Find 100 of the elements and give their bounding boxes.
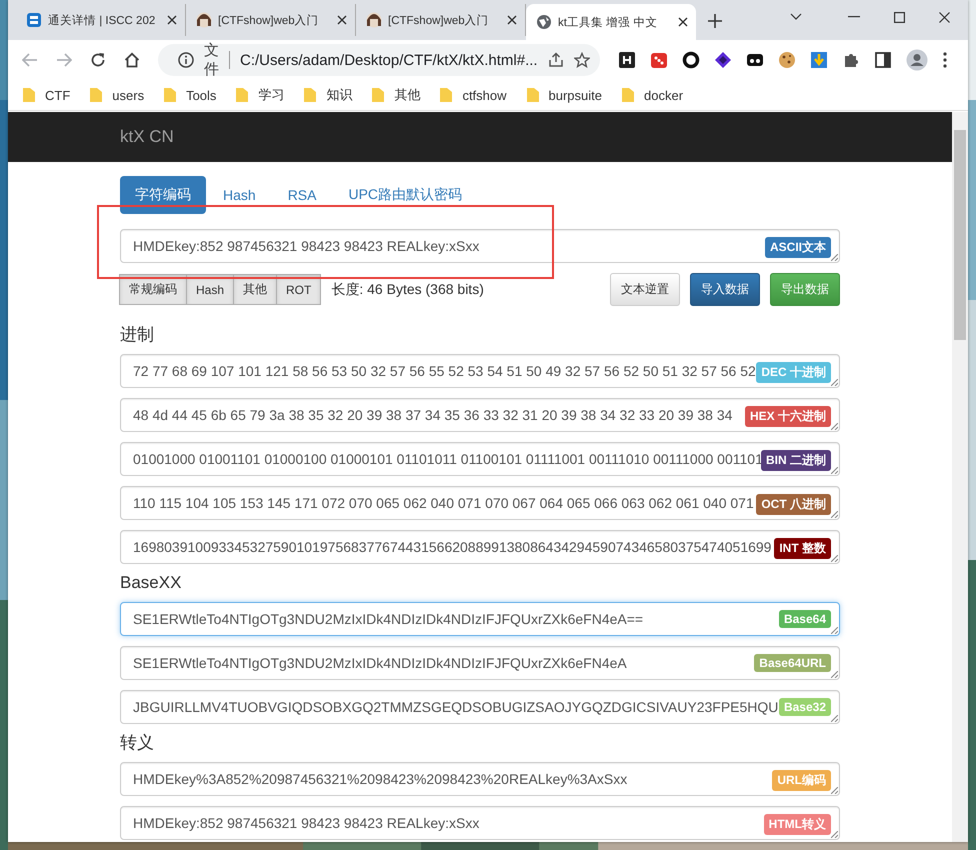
dice-icon[interactable] bbox=[650, 51, 668, 69]
text-area[interactable]: 72 77 68 69 107 101 121 58 56 53 50 32 57 56 55 52 53 54 51 50 49 32 57 56 52 50 51 32 57 56 52 DEC 十进制 bbox=[120, 354, 840, 388]
new-tab-icon[interactable] bbox=[708, 14, 722, 28]
chevron-down-icon[interactable] bbox=[790, 13, 802, 21]
label-tag: Base64URL bbox=[754, 654, 831, 672]
encode-tab[interactable]: 其他 bbox=[233, 274, 278, 305]
resize-handle-icon[interactable] bbox=[831, 467, 838, 474]
folder-icon bbox=[303, 87, 318, 103]
label-tag: URL编码 bbox=[772, 770, 831, 791]
bookmark-item[interactable]: 知识 bbox=[303, 86, 372, 104]
sidebar-icon[interactable] bbox=[874, 51, 892, 69]
bookmark-item[interactable]: CTF bbox=[22, 87, 90, 103]
section-heading: BaseXX bbox=[120, 574, 182, 592]
text-area[interactable]: 01001000 01001101 01000100 01000101 01101011 01100101 01111001 00111010 00111000 001101 BIN 二进制 bbox=[120, 442, 840, 476]
browser-tab[interactable]: [CTFshow]web入门 bbox=[356, 4, 526, 36]
maximize-icon[interactable] bbox=[894, 12, 905, 22]
bookmark-item[interactable]: users bbox=[89, 87, 164, 103]
bookmark-item[interactable]: 其他 bbox=[371, 86, 440, 104]
action-button[interactable]: 文本逆置 bbox=[610, 273, 680, 306]
encode-tab[interactable]: ROT bbox=[276, 274, 322, 305]
bookmark-item[interactable]: 学习 bbox=[235, 86, 304, 104]
section-heading: 转义 bbox=[120, 734, 155, 752]
share-icon[interactable] bbox=[548, 52, 564, 68]
label-tag: ASCII文本 bbox=[764, 237, 831, 258]
home-icon[interactable] bbox=[124, 52, 140, 68]
bookmark-item[interactable]: ctfshow bbox=[439, 87, 526, 103]
cookie-icon[interactable] bbox=[778, 51, 796, 69]
resize-handle-icon[interactable] bbox=[831, 511, 838, 518]
browser-tab[interactable]: [CTFshow]web入门 bbox=[186, 4, 356, 36]
folder-icon bbox=[235, 87, 250, 103]
text-area[interactable]: HMDEkey%3A852%20987456321%2098423%2098423%20REALkey%3AxSxx URL编码 bbox=[120, 762, 840, 796]
length-text: 长度: 46 Bytes (368 bits) bbox=[331, 280, 484, 298]
encode-tab[interactable]: 常规编码 bbox=[119, 274, 187, 305]
nav-tab[interactable]: 字符编码 bbox=[120, 176, 206, 214]
mask-icon[interactable] bbox=[746, 51, 764, 69]
download-icon[interactable] bbox=[810, 51, 828, 69]
reload-icon[interactable] bbox=[90, 52, 106, 68]
globe-icon bbox=[536, 14, 552, 30]
tab-title: 通关详情 | ISCC 202 bbox=[48, 13, 156, 28]
label-tag: HEX 十六进制 bbox=[744, 406, 831, 427]
nav-tab[interactable]: Hash bbox=[208, 176, 271, 214]
folder-icon bbox=[163, 87, 178, 103]
label-tag: Base64 bbox=[778, 610, 831, 628]
avatar-icon bbox=[196, 12, 212, 28]
label-tag: DEC 十进制 bbox=[756, 362, 831, 383]
text-area[interactable]: HMDEkey:852 987456321 98423 98423 REALkey:xSxx ASCII文本 bbox=[120, 229, 840, 263]
ring-icon[interactable] bbox=[682, 51, 700, 69]
resize-handle-icon[interactable] bbox=[831, 555, 838, 562]
resize-handle-icon[interactable] bbox=[831, 671, 838, 678]
scheme-label: 文件 bbox=[204, 41, 220, 79]
text-area[interactable]: JBGUIRLLMV4TUOBVGIQDSOBXGQ2TMMZSGEQDSOBUGIZSAOJYGQZDGICSIVAUY23FPE5HQU Base32 bbox=[120, 690, 840, 724]
browser-tab[interactable]: kt工具集 增强 中文 bbox=[526, 4, 696, 40]
avatar-icon[interactable] bbox=[906, 49, 928, 71]
folder-icon bbox=[621, 87, 635, 103]
close-icon[interactable] bbox=[678, 17, 688, 27]
resize-handle-icon[interactable] bbox=[831, 831, 838, 838]
resize-handle-icon[interactable] bbox=[831, 254, 838, 261]
h-extension-icon[interactable] bbox=[618, 51, 636, 69]
close-icon[interactable] bbox=[939, 12, 950, 22]
text-area[interactable]: 1698039100933453275901019756837767443156620889913808643429459074346580375474051699 INT 整数 bbox=[120, 530, 840, 564]
diamond-icon[interactable] bbox=[714, 51, 732, 69]
bookmark-item[interactable]: docker bbox=[621, 87, 702, 103]
resize-handle-icon[interactable] bbox=[831, 787, 838, 794]
address-bar[interactable]: 文件 C:/Users/adam/Desktop/CTF/ktX/ktX.html#... bbox=[158, 44, 600, 76]
label-tag: BIN 二进制 bbox=[761, 450, 831, 471]
scrollbar-thumb[interactable] bbox=[954, 130, 966, 340]
tab-title: [CTFshow]web入门 bbox=[388, 13, 490, 28]
folder-icon bbox=[526, 87, 540, 103]
browser-tab[interactable]: 通关详情 | ISCC 202 bbox=[16, 4, 186, 36]
text-area[interactable]: SE1ERWtleTo4NTIgOTg3NDU2MzIxIDk4NDIzIDk4NDIzIFJFQUxrZXk6eFN4eA Base64URL bbox=[120, 646, 840, 680]
close-icon[interactable] bbox=[167, 15, 177, 25]
close-icon[interactable] bbox=[337, 15, 347, 25]
bookmark-item[interactable]: Tools bbox=[163, 87, 236, 103]
info-icon[interactable] bbox=[178, 52, 194, 68]
bookmark-item[interactable]: burpsuite bbox=[526, 87, 621, 103]
nav-tab[interactable]: UPC路由默认密码 bbox=[333, 176, 478, 214]
close-icon[interactable] bbox=[507, 15, 517, 25]
resize-handle-icon[interactable] bbox=[831, 423, 838, 430]
menu-icon[interactable] bbox=[942, 51, 948, 69]
resize-handle-icon[interactable] bbox=[831, 379, 838, 386]
url-text: C:/Users/adam/Desktop/CTF/ktX/ktX.html#... bbox=[240, 52, 538, 68]
star-icon[interactable] bbox=[574, 52, 590, 68]
resize-handle-icon[interactable] bbox=[831, 627, 838, 634]
text-area[interactable]: HMDEkey:852 987456321 98423 98423 REALkey:xSxx HTML转义 bbox=[120, 806, 840, 840]
folder-icon bbox=[371, 87, 386, 103]
text-area[interactable]: SE1ERWtleTo4NTIgOTg3NDU2MzIxIDk4NDIzIDk4NDIzIFJFQUxrZXk6eFN4eA== Base64 bbox=[120, 602, 840, 636]
minimize-icon[interactable] bbox=[848, 16, 860, 18]
nav-tab[interactable]: RSA bbox=[272, 176, 332, 214]
text-area[interactable]: 48 4d 44 45 6b 65 79 3a 38 35 32 20 39 38 37 34 35 36 33 32 31 20 39 38 34 32 33 20 39 38 34 HEX 十六进制 bbox=[120, 398, 840, 432]
resize-handle-icon[interactable] bbox=[831, 715, 838, 722]
scrollbar[interactable] bbox=[952, 112, 968, 842]
brand-title[interactable]: ktX CN bbox=[120, 127, 174, 147]
action-button[interactable]: 导入数据 bbox=[690, 273, 760, 306]
label-tag: Base32 bbox=[778, 698, 831, 716]
text-area[interactable]: 110 115 104 105 153 145 171 072 070 065 062 040 071 070 067 064 065 066 063 062 061 040 071 OCT 八进制 bbox=[120, 486, 840, 520]
folder-icon bbox=[22, 87, 36, 103]
folder-icon bbox=[439, 87, 454, 103]
tab-title: [CTFshow]web入门 bbox=[218, 13, 320, 28]
logo-icon bbox=[26, 12, 42, 28]
encode-tab[interactable]: Hash bbox=[186, 274, 234, 305]
